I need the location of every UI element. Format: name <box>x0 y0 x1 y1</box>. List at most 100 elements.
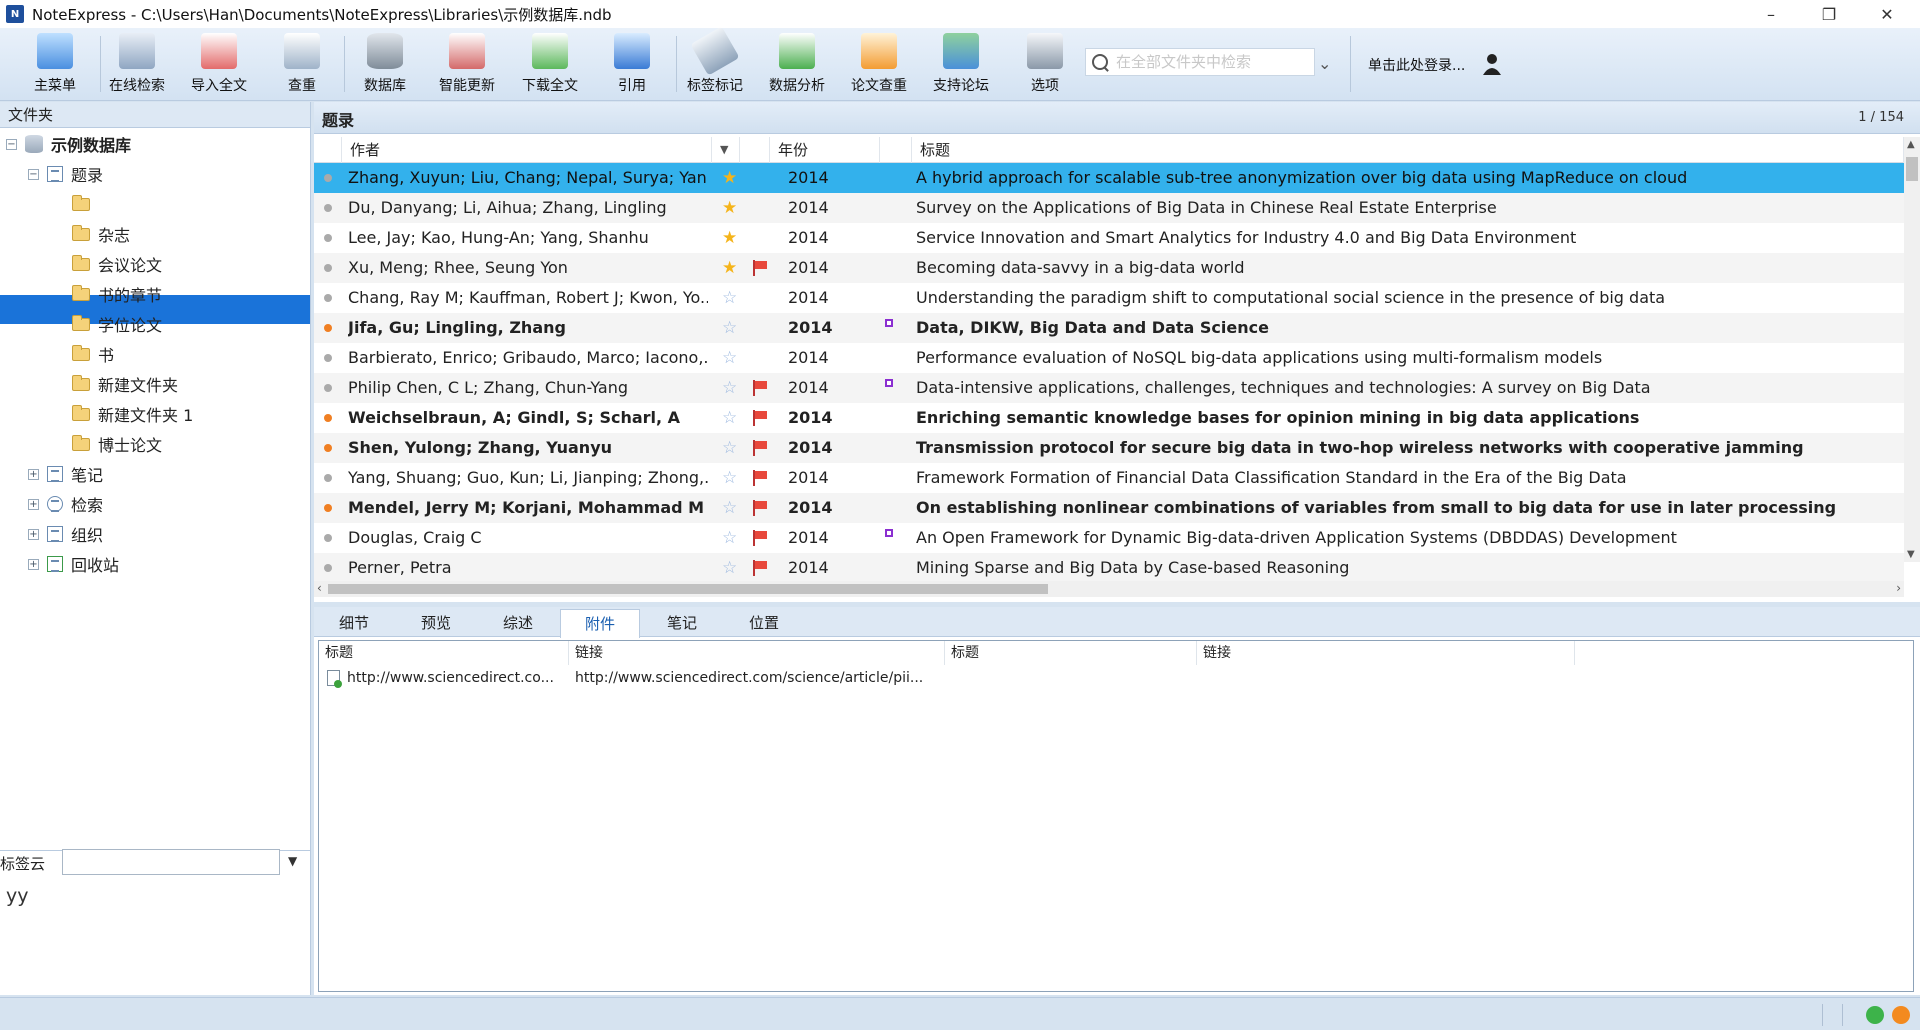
close-button[interactable]: ✕ <box>1858 0 1916 28</box>
read-status-icon[interactable] <box>324 204 332 212</box>
tab-attachments[interactable]: 附件 <box>560 609 640 638</box>
tag-cloud-input[interactable] <box>62 849 280 875</box>
read-status-icon[interactable] <box>324 564 332 572</box>
tab-details[interactable]: 细节 <box>314 609 394 637</box>
tree-item-phd-thesis[interactable]: 博士论文 <box>72 429 162 459</box>
table-row[interactable]: Yang, Shuang; Guo, Kun; Li, Jianping; Zh… <box>314 463 1904 493</box>
read-status-icon[interactable] <box>324 354 332 362</box>
read-status-icon[interactable] <box>324 474 332 482</box>
read-status-icon[interactable] <box>324 534 332 542</box>
star-icon[interactable]: ★ <box>722 253 737 283</box>
minimize-button[interactable]: – <box>1742 0 1800 28</box>
scroll-up-icon[interactable]: ▲ <box>1907 139 1915 150</box>
table-row[interactable]: Lee, Jay; Kao, Hung-An; Yang, Shanhu ★ 201… <box>314 223 1904 253</box>
column-header-year[interactable]: 年份 <box>770 137 880 163</box>
scrollbar-thumb[interactable] <box>1906 157 1918 181</box>
table-row[interactable]: Mendel, Jerry M; Korjani, Mohammad M ☆ 201… <box>314 493 1904 523</box>
tag-mark-button[interactable]: 标签标记 <box>676 26 754 97</box>
chevron-down-icon[interactable]: ▼ <box>288 854 297 868</box>
main-menu-button[interactable]: 主菜单 <box>16 33 94 97</box>
download-fulltext-button[interactable]: 下载全文 <box>511 33 589 97</box>
star-icon[interactable]: ☆ <box>722 463 737 493</box>
star-icon[interactable]: ☆ <box>722 523 737 553</box>
scroll-right-icon[interactable]: › <box>1896 581 1901 595</box>
table-row[interactable]: Xu, Meng; Rhee, Seung Yon ★ 2014 Becoming d… <box>314 253 1904 283</box>
attach-column-title[interactable]: 标题 <box>319 641 569 665</box>
expand-icon[interactable]: + <box>28 558 39 570</box>
read-status-icon[interactable] <box>324 234 332 242</box>
tree-item-thesis[interactable]: 学位论文 <box>72 309 162 339</box>
table-row[interactable]: Jifa, Gu; Lingling, Zhang ☆ 2014 Data, DIKW… <box>314 313 1904 343</box>
tag-item[interactable]: yy <box>6 885 29 907</box>
table-row[interactable]: Shen, Yulong; Zhang, Yuanyu ☆ 2014 Transmis… <box>314 433 1904 463</box>
duplicate-check-button[interactable]: 查重 <box>263 33 341 97</box>
tree-item-organize[interactable]: + 组织 <box>28 519 103 549</box>
paper-check-button[interactable]: 论文查重 <box>840 33 918 97</box>
tree-item-book[interactable]: 书 <box>72 339 114 369</box>
collapse-icon[interactable]: − <box>28 168 39 180</box>
tree-item-recycle-bin[interactable]: + 回收站 <box>28 549 119 579</box>
chevron-down-icon[interactable]: ⌄ <box>1318 54 1331 73</box>
data-analysis-button[interactable]: 数据分析 <box>758 33 836 97</box>
tab-notes[interactable]: 笔记 <box>642 609 722 637</box>
table-row[interactable]: Douglas, Craig C ☆ 2014 An Open Framework f… <box>314 523 1904 553</box>
tree-item-new-folder[interactable]: 新建文件夹 <box>72 369 178 399</box>
attachment-title[interactable]: http://www.sciencedirect.co... <box>347 665 554 691</box>
flag-icon[interactable] <box>752 440 768 456</box>
notification-icon[interactable] <box>1892 1006 1910 1024</box>
search-box[interactable] <box>1085 48 1315 76</box>
star-icon[interactable]: ★ <box>722 223 737 253</box>
scroll-left-icon[interactable]: ‹ <box>317 581 322 595</box>
read-status-icon[interactable] <box>324 294 332 302</box>
flag-icon[interactable] <box>752 470 768 486</box>
flag-icon[interactable] <box>752 500 768 516</box>
column-header-flag[interactable] <box>740 137 770 163</box>
import-fulltext-button[interactable]: 导入全文 <box>180 33 258 97</box>
tab-summary[interactable]: 综述 <box>478 609 558 637</box>
read-status-icon[interactable] <box>324 414 332 422</box>
star-icon[interactable]: ★ <box>722 193 737 223</box>
table-row[interactable]: Perner, Petra ☆ 2014 Mining Sparse and Big … <box>314 553 1904 583</box>
scroll-down-icon[interactable]: ▼ <box>1907 549 1915 560</box>
collapse-icon[interactable]: − <box>6 138 17 150</box>
sync-ok-icon[interactable] <box>1866 1006 1884 1024</box>
attach-column-title-2[interactable]: 标题 <box>945 641 1197 665</box>
tab-location[interactable]: 位置 <box>724 609 804 637</box>
tree-item-sample-db[interactable]: − 示例数据库 <box>6 129 131 159</box>
sort-arrow-icon[interactable]: ▼ <box>712 137 740 163</box>
login-link[interactable]: 单击此处登录... <box>1368 55 1465 75</box>
attachment-link[interactable]: http://www.sciencedirect.com/science/art… <box>575 665 923 691</box>
scrollbar-thumb[interactable] <box>328 584 1048 594</box>
read-status-icon[interactable] <box>324 324 332 332</box>
star-icon[interactable]: ☆ <box>722 493 737 523</box>
star-icon[interactable]: ☆ <box>722 553 737 583</box>
cite-button[interactable]: 引用 <box>593 33 671 97</box>
flag-icon[interactable] <box>752 560 768 576</box>
table-row[interactable]: Du, Danyang; Li, Aihua; Zhang, Lingling ★… <box>314 193 1904 223</box>
star-icon[interactable]: ☆ <box>722 433 737 463</box>
flag-icon[interactable] <box>752 530 768 546</box>
attach-column-link[interactable]: 链接 <box>569 641 945 665</box>
expand-icon[interactable]: + <box>28 498 39 510</box>
options-button[interactable]: 选项 <box>1006 33 1084 97</box>
read-status-icon[interactable] <box>324 504 332 512</box>
horizontal-scrollbar[interactable]: ‹ › <box>314 581 1904 597</box>
user-icon[interactable] <box>1482 53 1502 75</box>
smart-update-button[interactable]: 智能更新 <box>428 33 506 97</box>
star-icon[interactable]: ☆ <box>722 403 737 433</box>
flag-icon[interactable] <box>752 260 768 276</box>
tree-item-magazine[interactable]: 杂志 <box>72 219 130 249</box>
attach-column-link-2[interactable]: 链接 <box>1197 641 1575 665</box>
read-status-icon[interactable] <box>324 264 332 272</box>
table-row[interactable]: Barbierato, Enrico; Gribaudo, Marco; Iac… <box>314 343 1904 373</box>
tree-item-search[interactable]: + 检索 <box>28 489 103 519</box>
star-icon[interactable]: ☆ <box>722 343 737 373</box>
expand-icon[interactable]: + <box>28 528 39 540</box>
tree-item-notes[interactable]: + 笔记 <box>28 459 103 489</box>
forum-button[interactable]: 支持论坛 <box>922 33 1000 97</box>
star-icon[interactable]: ☆ <box>722 283 737 313</box>
table-row[interactable]: Zhang, Xuyun; Liu, Chang; Nepal, Surya; … <box>314 163 1904 193</box>
tree-item-new-folder-1[interactable]: 新建文件夹 1 <box>72 399 193 429</box>
expand-icon[interactable]: + <box>28 468 39 480</box>
flag-icon[interactable] <box>752 410 768 426</box>
